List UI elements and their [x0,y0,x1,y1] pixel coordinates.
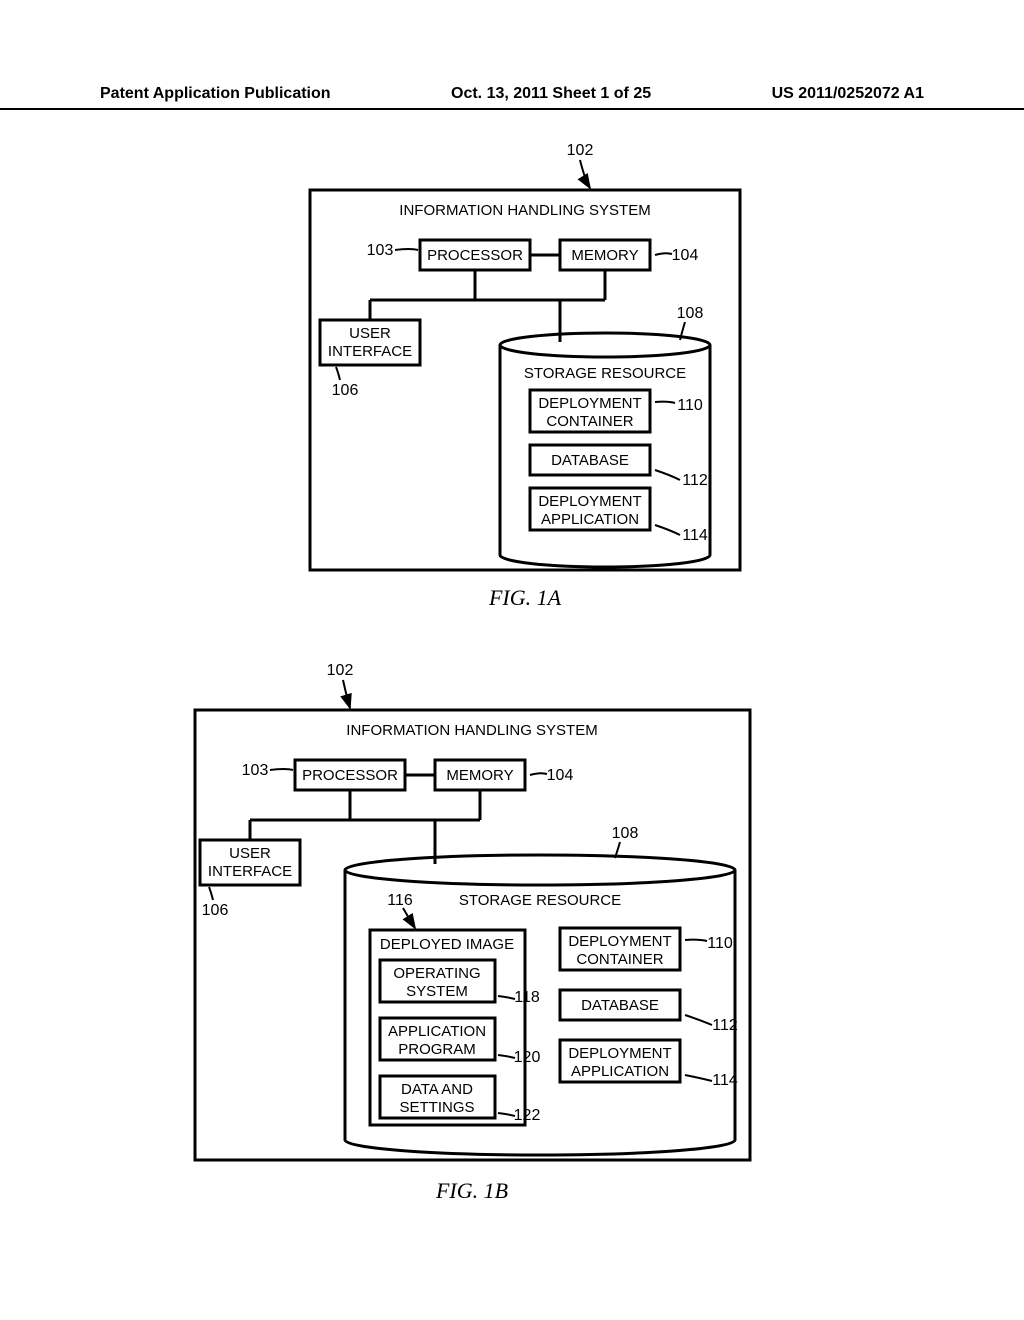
figB-ds2: SETTINGS [399,1099,474,1116]
ref-103b: 103 [242,762,269,779]
ref-122: 122 [514,1107,541,1124]
figA-title: INFORMATION HANDLING SYSTEM [399,202,650,219]
ref-110a: 110 [677,397,703,414]
figB-memory: MEMORY [446,767,513,784]
diagram-svg: INFORMATION HANDLING SYSTEM 102 PROCESSO… [0,130,1024,1310]
patent-page: Patent Application Publication Oct. 13, … [0,0,1024,1320]
figA-ui-1: USER [349,325,391,342]
figA-da1: DEPLOYMENT [538,493,641,510]
ref-102b: 102 [327,662,354,679]
header-center: Oct. 13, 2011 Sheet 1 of 25 [451,85,651,103]
figA-da2: APPLICATION [541,511,639,528]
figA-db: DATABASE [551,452,629,469]
figB-processor: PROCESSOR [302,767,398,784]
figB-os2: SYSTEM [406,983,468,1000]
figB-ds1: DATA AND [401,1081,473,1098]
ref-102a: 102 [567,142,594,159]
figA-memory: MEMORY [571,247,638,264]
header-left: Patent Application Publication [100,85,331,103]
ref-103a: 103 [367,242,394,259]
figA-dc1: DEPLOYMENT [538,395,641,412]
ref-104a: 104 [672,247,699,264]
figB-da1: DEPLOYMENT [568,1045,671,1062]
ref-110b: 110 [707,935,733,952]
figB-storage: STORAGE RESOURCE [459,892,621,909]
figB-ui-2: INTERFACE [208,863,292,880]
figB-title: INFORMATION HANDLING SYSTEM [346,722,597,739]
ref-104b: 104 [547,767,574,784]
ref-108a: 108 [677,305,704,322]
figure-1b: INFORMATION HANDLING SYSTEM 102 PROCESSO… [195,662,750,1203]
figB-ui-1: USER [229,845,271,862]
ref-116: 116 [387,892,413,909]
header-right: US 2011/0252072 A1 [772,85,924,103]
ref-120: 120 [514,1049,541,1066]
figB-ap2: PROGRAM [398,1041,476,1058]
figB-dc2: CONTAINER [576,951,663,968]
figA-ui-2: INTERFACE [328,343,412,360]
ref-112b: 112 [712,1017,738,1034]
ref-108b: 108 [612,825,639,842]
ref-106a: 106 [332,382,359,399]
figB-dc1: DEPLOYMENT [568,933,671,950]
figA-processor: PROCESSOR [427,247,523,264]
ref-114a: 114 [682,527,708,544]
ref-114b: 114 [712,1072,738,1089]
figB-db: DATABASE [581,997,659,1014]
figB-di: DEPLOYED IMAGE [380,936,514,953]
figB-os1: OPERATING [393,965,480,982]
figB-da2: APPLICATION [571,1063,669,1080]
page-header: Patent Application Publication Oct. 13, … [0,85,1024,110]
figA-storage: STORAGE RESOURCE [524,365,686,382]
ref-118: 118 [514,989,540,1006]
ref-112a: 112 [682,472,708,489]
ref-106b: 106 [202,902,229,919]
figB-ap1: APPLICATION [388,1023,486,1040]
figA-dc2: CONTAINER [546,413,633,430]
figB-caption: FIG. 1B [435,1178,508,1203]
figA-caption: FIG. 1A [488,585,562,610]
figure-1a: INFORMATION HANDLING SYSTEM 102 PROCESSO… [310,142,740,610]
